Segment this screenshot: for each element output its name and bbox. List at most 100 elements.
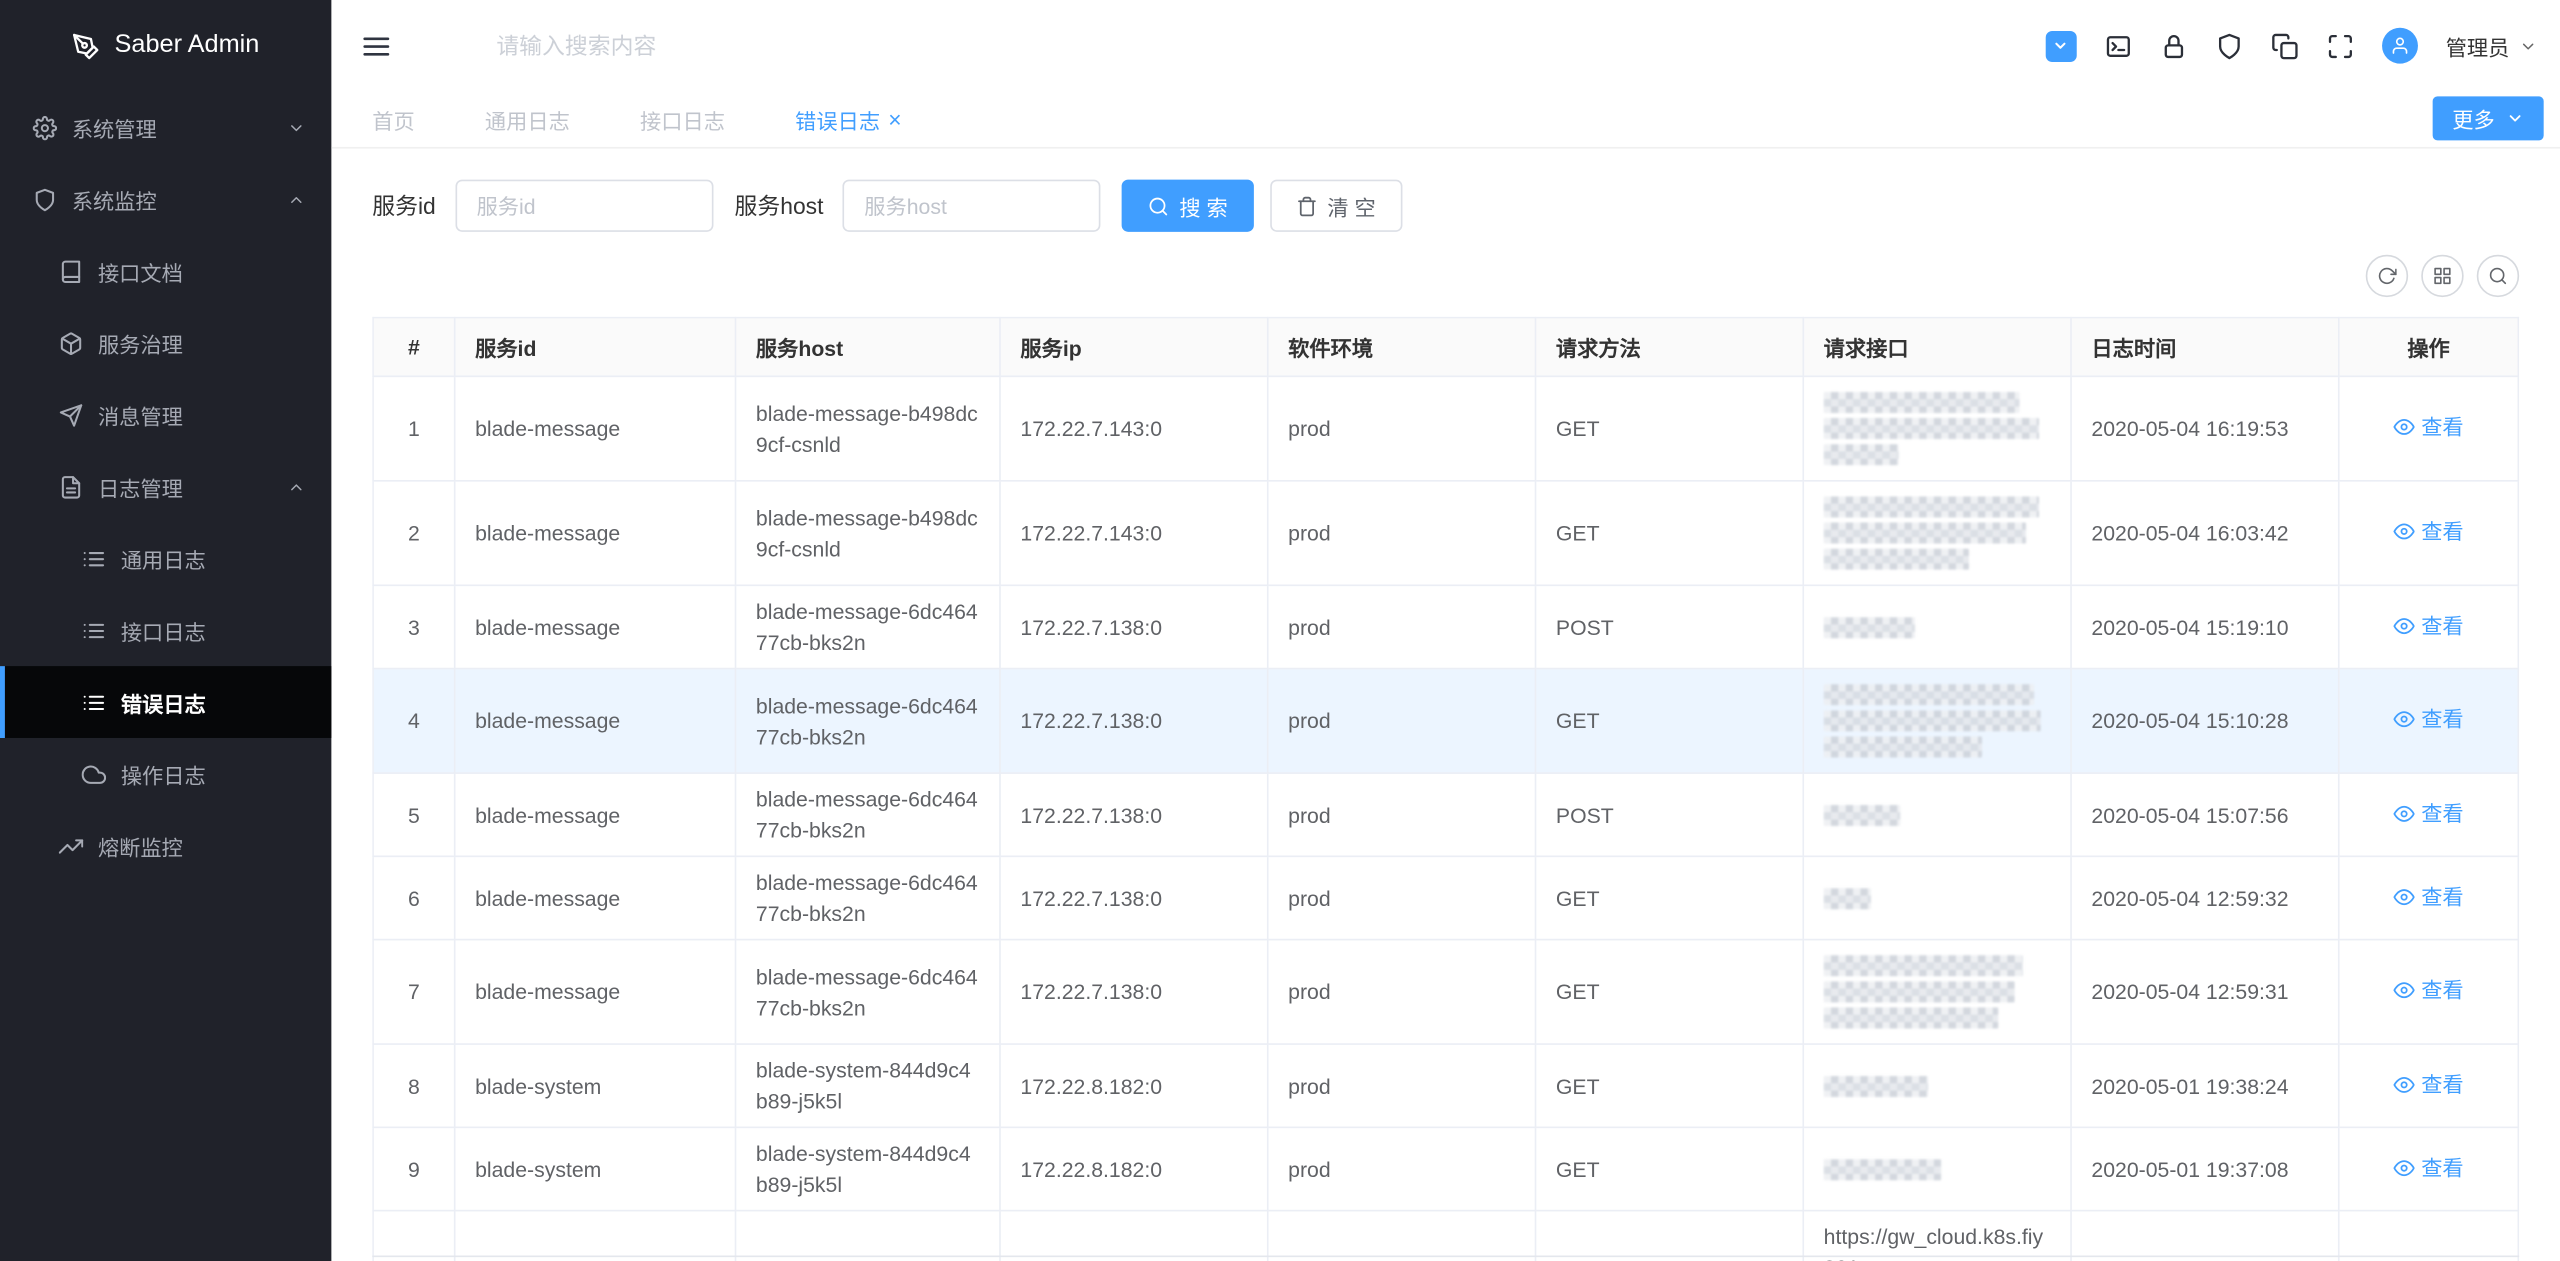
cell-service-id: blade-message [455, 773, 736, 856]
close-icon[interactable]: × [888, 108, 901, 131]
cell-index: 6 [373, 856, 455, 939]
sidebar-item-label: 系统管理 [72, 112, 157, 143]
cell-service-id: blade-system [455, 1044, 736, 1127]
eye-icon [2393, 709, 2414, 730]
sidebar-item[interactable]: 错误日志 [0, 666, 331, 738]
view-button[interactable]: 查看 [2393, 411, 2463, 442]
cell-api [1803, 585, 2071, 668]
view-button[interactable]: 查看 [2393, 798, 2463, 829]
more-button[interactable]: 更多 [2433, 96, 2544, 140]
cell-index: 5 [373, 773, 455, 856]
service-host-input[interactable] [843, 180, 1101, 232]
cell-env: prod [1268, 773, 1536, 856]
sidebar-item[interactable]: 系统监控 [0, 163, 331, 235]
service-id-input[interactable] [455, 180, 713, 232]
view-label: 查看 [2421, 516, 2463, 547]
redacted-content [1824, 522, 2026, 543]
avatar[interactable] [2382, 28, 2418, 64]
view-button[interactable]: 查看 [2393, 516, 2463, 547]
sidebar-item[interactable]: 通用日志 [0, 522, 331, 594]
view-button[interactable]: 查看 [2393, 610, 2463, 641]
redacted-content [1824, 1158, 1942, 1179]
shield-icon[interactable] [2215, 32, 2243, 60]
table-row: 3blade-messageblade-message-6dc46477cb-b… [373, 585, 2518, 668]
sidebar-item-label: 熔断监控 [98, 830, 183, 861]
table-row: 8blade-systemblade-system-844d9c4b89-j5k… [373, 1044, 2518, 1127]
doc-icon [59, 259, 83, 283]
console-icon[interactable] [2104, 32, 2132, 60]
tab-3[interactable]: 错误日志 × [795, 104, 901, 135]
cell-index: 9 [373, 1127, 455, 1210]
search-button[interactable]: 搜 索 [1122, 180, 1254, 232]
view-button[interactable]: 查看 [2393, 704, 2463, 735]
collapse-menu-icon[interactable] [361, 30, 392, 61]
view-label: 查看 [2421, 411, 2463, 442]
tabs: 首页 通用日志 接口日志 错误日志 × [372, 104, 972, 135]
cloud-icon [82, 762, 106, 786]
eye-icon [2393, 521, 2414, 542]
cell-service-ip: 172.22.7.143:0 [1000, 481, 1268, 585]
table-row: 5blade-messageblade-message-6dc46477cb-b… [373, 773, 2518, 856]
user-menu[interactable]: 管理员 [2446, 30, 2537, 61]
sidebar-item[interactable]: 日志管理 [0, 451, 331, 523]
sidebar-item[interactable]: 系统管理 [0, 91, 331, 163]
redacted-content [1824, 955, 2024, 976]
redacted-content [1824, 444, 1899, 465]
table-header: #服务id服务host服务ip软件环境请求方法请求接口日志时间操作 [373, 318, 2518, 377]
sidebar-item[interactable]: 操作日志 [0, 738, 331, 810]
service-host-label: 服务host [735, 189, 824, 222]
view-button[interactable]: 查看 [2393, 1152, 2463, 1183]
list-icon [82, 618, 106, 642]
cell-time: 2020-05-04 12:59:31 [2071, 940, 2339, 1044]
clear-button[interactable]: 清 空 [1270, 180, 1402, 232]
redacted-content [1824, 804, 1901, 825]
fullscreen-icon[interactable] [2327, 32, 2355, 60]
sidebar-item[interactable]: 熔断监控 [0, 810, 331, 882]
cell-actions: 查看 [2339, 481, 2519, 585]
table-row: 1blade-messageblade-message-b498dc9cf-cs… [373, 376, 2518, 480]
lock-icon[interactable] [2160, 32, 2188, 60]
cell-env: prod [1268, 376, 1536, 480]
grid-button[interactable] [2421, 255, 2463, 297]
table-bottom-divider [372, 1256, 2519, 1258]
cell-service-host: blade-message-6dc46477cb-bks2n [736, 940, 1000, 1044]
refresh-button[interactable] [2366, 255, 2408, 297]
cell-time: 2020-05-01 19:38:24 [2071, 1044, 2339, 1127]
app-logo: Saber Admin [0, 0, 331, 91]
tab-1[interactable]: 通用日志 [485, 104, 570, 135]
tab-2[interactable]: 接口日志 [640, 104, 725, 135]
topbar-icon-group [2104, 32, 2354, 60]
sidebar-item[interactable]: 接口日志 [0, 594, 331, 666]
chevron-up-icon [287, 190, 305, 208]
table-row: https://gw_cloud.k8s.fiy801查看 [373, 1211, 2518, 1261]
sidebar-item-label: 接口文档 [98, 256, 183, 287]
sidebar-item[interactable]: 服务治理 [0, 307, 331, 379]
view-button[interactable]: 查看 [2393, 975, 2463, 1006]
cell-service-id: blade-message [455, 856, 736, 939]
cell-service-id: blade-message [455, 481, 736, 585]
sidebar-item-label: 操作日志 [121, 758, 206, 789]
search-button[interactable] [2477, 255, 2519, 297]
view-label: 查看 [2421, 1152, 2463, 1183]
redacted-content [1824, 616, 1915, 637]
redacted-content [1824, 418, 2040, 439]
cell-api [1803, 856, 2071, 939]
tab-0[interactable]: 首页 [372, 104, 414, 135]
app-root: Saber Admin 系统管理系统监控接口文档服务治理消息管理日志管理通用日志… [0, 0, 2560, 1261]
cell-api [1803, 376, 2071, 480]
view-button[interactable]: 查看 [2393, 1069, 2463, 1100]
theme-toggle-icon[interactable] [2046, 30, 2077, 61]
cell-method: GET [1536, 376, 1804, 480]
cell-service-ip [1000, 1211, 1268, 1261]
redacted-content [1824, 549, 1969, 570]
tab-label: 错误日志 [795, 104, 880, 135]
list-icon [82, 690, 106, 714]
table-row: 7blade-messageblade-message-6dc46477cb-b… [373, 940, 2518, 1044]
sidebar-item[interactable]: 消息管理 [0, 379, 331, 451]
global-search-input[interactable] [493, 31, 859, 60]
sidebar-item[interactable]: 接口文档 [0, 235, 331, 307]
cell-api [1803, 481, 2071, 585]
view-button[interactable]: 查看 [2393, 881, 2463, 912]
screens-icon[interactable] [2271, 32, 2299, 60]
view-label: 查看 [2421, 1069, 2463, 1100]
